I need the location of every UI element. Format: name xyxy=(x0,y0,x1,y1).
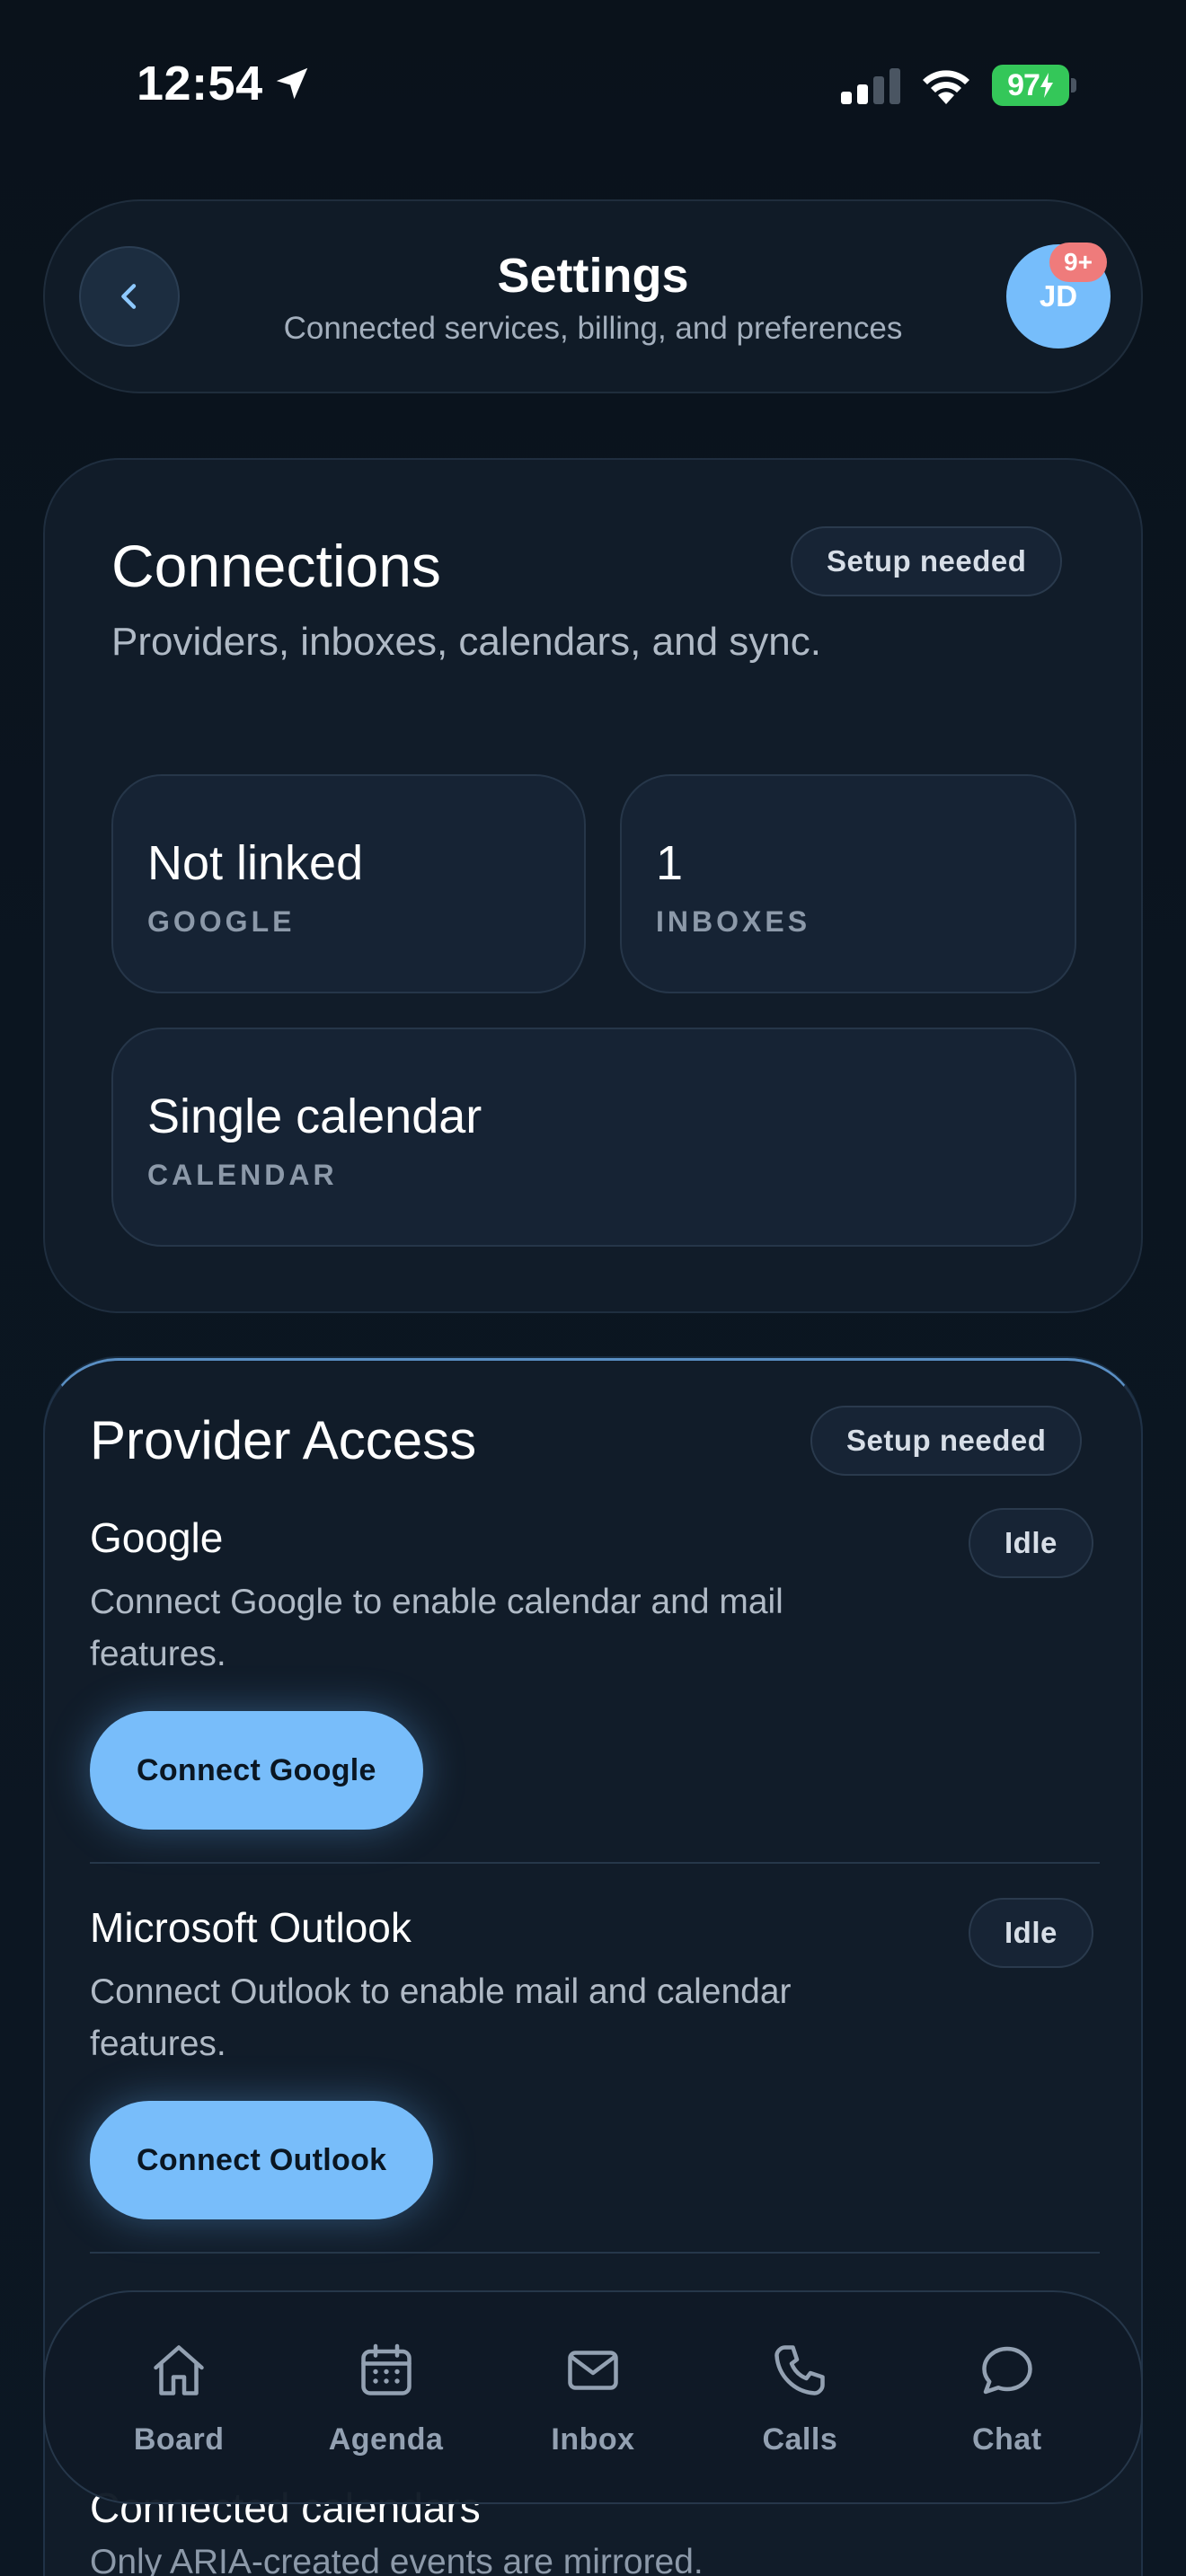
battery-tip xyxy=(1071,78,1076,93)
mail-icon xyxy=(568,2350,618,2390)
connected-calendars-description: Only ARIA-created events are mirrored. xyxy=(90,2543,704,2576)
home-icon xyxy=(154,2344,204,2395)
settings-header: Settings Connected services, billing, an… xyxy=(43,199,1143,393)
stat-label: GOOGLE xyxy=(147,905,296,938)
charging-bolt-icon xyxy=(1040,73,1053,98)
phone-icon xyxy=(774,2344,826,2395)
connections-title: Connections xyxy=(111,533,441,599)
nav-label: Inbox xyxy=(551,2422,635,2457)
provider-name-google: Google xyxy=(90,1514,224,1561)
provider-status-google: Idle xyxy=(969,1508,1093,1578)
connections-card: Connections Setup needed Providers, inbo… xyxy=(43,458,1143,1313)
divider xyxy=(90,2252,1100,2254)
status-time: 12:54 xyxy=(137,57,263,110)
bottom-nav: Board Agenda Inbox Calls Chat xyxy=(43,2290,1143,2504)
wifi-icon xyxy=(923,70,969,104)
chat-bubble-icon xyxy=(982,2346,1032,2394)
status-bar: 12:54 97 xyxy=(0,0,1186,171)
stat-tile-calendar: Single calendar CALENDAR xyxy=(111,1028,1076,1247)
nav-label: Chat xyxy=(971,2422,1042,2457)
stat-value: 1 xyxy=(656,836,684,890)
nav-label: Agenda xyxy=(328,2422,444,2457)
provider-access-title: Provider Access xyxy=(90,1410,477,1470)
nav-item-board[interactable]: Board xyxy=(89,2307,269,2487)
divider xyxy=(90,1862,1100,1864)
battery-body: 97 xyxy=(992,65,1069,106)
battery-indicator: 97 xyxy=(992,65,1078,106)
connect-outlook-button[interactable]: Connect Outlook xyxy=(90,2101,434,2219)
provider-status-outlook: Idle xyxy=(969,1898,1093,1968)
connections-status-badge: Setup needed xyxy=(791,526,1063,596)
provider-description-outlook: Connect Outlook to enable mail and calen… xyxy=(90,1972,792,2063)
calendar-icon xyxy=(360,2343,412,2395)
stat-tile-inboxes: 1 INBOXES xyxy=(620,774,1076,993)
connect-google-button[interactable]: Connect Google xyxy=(90,1711,423,1830)
nav-label: Calls xyxy=(762,2422,838,2457)
nav-item-agenda[interactable]: Agenda xyxy=(296,2307,476,2487)
settings-screen: 12:54 97 Settings Connected services, bi… xyxy=(0,0,1186,2576)
location-arrow-icon xyxy=(276,67,308,100)
provider-description-google: Connect Google to enable calendar and ma… xyxy=(90,1583,783,1673)
nav-label: Board xyxy=(133,2422,225,2457)
provider-name-outlook: Microsoft Outlook xyxy=(90,1904,412,1951)
stat-value: Single calendar xyxy=(147,1090,482,1143)
connections-subtitle: Providers, inboxes, calendars, and sync. xyxy=(111,620,821,664)
cellular-signal-icon xyxy=(841,68,900,104)
stat-tile-google: Not linked GOOGLE xyxy=(111,774,586,993)
battery-level: 97 xyxy=(1007,67,1040,102)
page-title: Settings xyxy=(497,249,689,303)
nav-item-calls[interactable]: Calls xyxy=(710,2307,890,2487)
stat-label: CALENDAR xyxy=(147,1159,338,1191)
stat-label: INBOXES xyxy=(656,905,811,938)
page-subtitle: Connected services, billing, and prefere… xyxy=(283,311,903,346)
nav-item-chat[interactable]: Chat xyxy=(917,2307,1097,2487)
provider-access-status-badge: Setup needed xyxy=(810,1406,1083,1476)
stat-value: Not linked xyxy=(147,836,364,890)
nav-item-inbox[interactable]: Inbox xyxy=(503,2307,683,2487)
notification-badge: 9+ xyxy=(1049,243,1107,282)
